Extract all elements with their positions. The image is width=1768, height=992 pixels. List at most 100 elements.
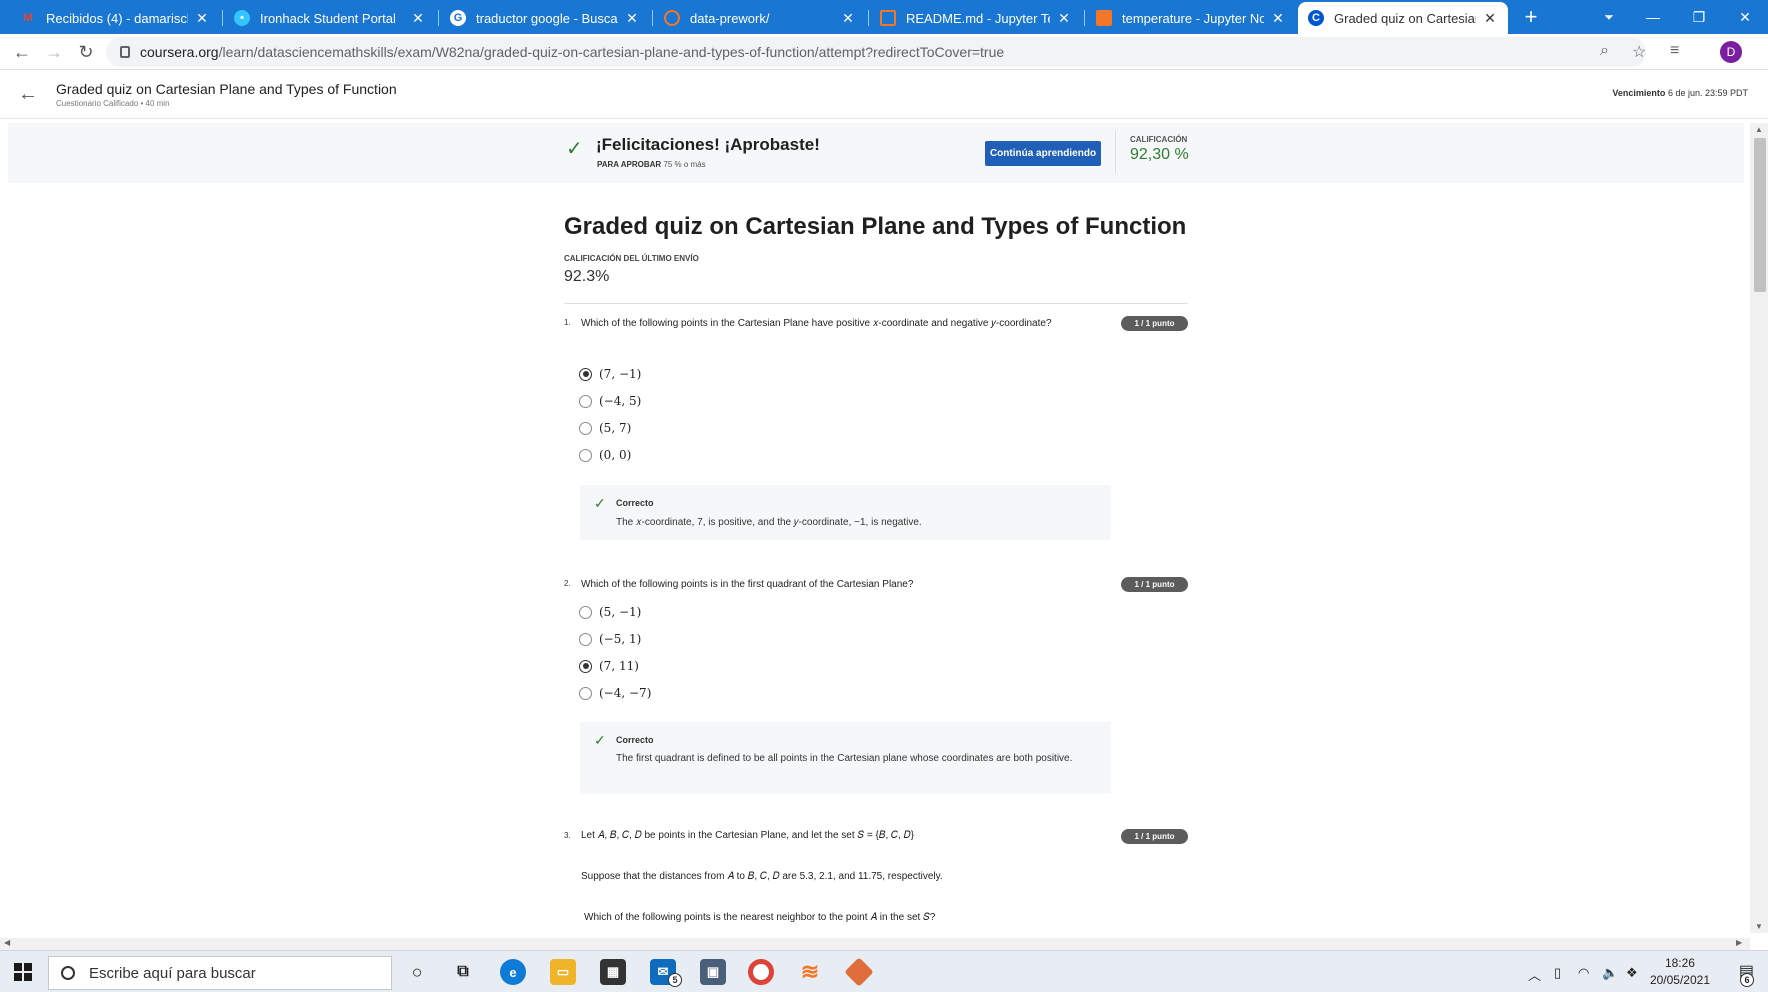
page-subtitle: Cuestionario Calificado • 40 min <box>56 99 170 108</box>
due-value: 6 de jun. 23:59 PDT <box>1667 88 1748 98</box>
tab-search-icon[interactable]: ⏷ <box>1586 0 1632 34</box>
option-label: (−4, −7) <box>599 686 652 700</box>
cortana-icon[interactable]: ○ <box>404 959 430 985</box>
radio-button[interactable] <box>579 367 592 381</box>
question-text-line: Which of the following points is the nea… <box>584 912 936 923</box>
back-arrow-icon[interactable]: ← <box>18 83 38 106</box>
restore-button[interactable]: ❐ <box>1676 0 1722 34</box>
answer-option[interactable]: (−4, −7) <box>579 684 651 702</box>
answer-option[interactable]: (0, 0) <box>579 446 631 464</box>
answer-option[interactable]: (5, 7) <box>579 419 631 437</box>
close-icon[interactable]: ✕ <box>624 10 640 27</box>
scrollbar-thumb[interactable] <box>1754 138 1766 292</box>
close-icon[interactable]: ✕ <box>1270 10 1286 27</box>
tab-ironhack[interactable]: • Ironhack Student Portal ✕ <box>224 2 436 34</box>
answer-option[interactable]: (7, 11) <box>579 657 639 675</box>
feedback-title: Correcto <box>616 498 654 508</box>
scroll-left-icon[interactable]: ◀ <box>4 938 10 947</box>
zoom-icon[interactable]: ⌕ <box>1600 42 1609 60</box>
google-icon: G <box>450 10 466 26</box>
store-icon[interactable]: ▦ <box>600 959 626 985</box>
feedback-box: ✓ Correcto The 𝑥-coordinate, 7, is posit… <box>580 485 1111 540</box>
task-view-icon[interactable]: ⧉ <box>450 959 476 985</box>
radio-button[interactable] <box>579 394 592 408</box>
answer-option[interactable]: (5, −1) <box>579 603 641 621</box>
feedback-title: Correcto <box>616 735 654 745</box>
profile-avatar[interactable]: D <box>1720 41 1742 63</box>
option-label: (7, −1) <box>599 367 642 381</box>
question-number: 1. <box>564 318 571 327</box>
taskbar-search-field[interactable]: Escribe aquí para buscar <box>48 956 392 990</box>
clock-time: 18:26 <box>1664 956 1695 970</box>
windows-start-icon[interactable] <box>14 963 32 981</box>
close-icon[interactable]: ✕ <box>194 10 210 27</box>
tab-google-search[interactable]: G traductor google - Buscar co ✕ <box>440 2 650 34</box>
pass-label: PARA APROBAR <box>597 160 662 169</box>
close-icon[interactable]: ✕ <box>840 10 856 27</box>
scroll-up-icon[interactable]: ▲ <box>1750 125 1768 134</box>
reload-icon[interactable]: ↻ <box>74 40 98 64</box>
answer-option[interactable]: (7, −1) <box>579 365 641 383</box>
option-label: (0, 0) <box>599 448 632 462</box>
chrome-icon[interactable] <box>748 959 774 985</box>
horizontal-scrollbar[interactable]: ◀ ▶ <box>0 938 1750 950</box>
points-badge: 1 / 1 punto <box>1121 316 1188 331</box>
due-date: Vencimiento 6 de jun. 23:59 PDT <box>1612 88 1748 98</box>
question-text: Let 𝐴, 𝐵, 𝐶, 𝐷 be points in the Cartesia… <box>581 830 914 841</box>
tab-title: README.md - Jupyter Text E <box>906 10 1050 26</box>
volume-icon[interactable]: 🔈 <box>1602 965 1618 981</box>
grade-label: CALIFICACIÓN <box>1130 135 1188 144</box>
close-icon[interactable]: ✕ <box>1482 10 1498 27</box>
radio-button[interactable] <box>579 686 592 700</box>
clock[interactable]: 18:26 20/05/2021 <box>1650 955 1710 989</box>
tab-separator <box>868 10 869 26</box>
tab-data-prework[interactable]: data-prework/ ✕ <box>654 2 866 34</box>
url-path: /learn/datasciencemathskills/exam/W82na/… <box>218 44 1005 60</box>
continue-learning-button[interactable]: Continúa aprendiendo <box>985 141 1101 166</box>
close-icon[interactable]: ✕ <box>1056 10 1072 27</box>
quiz-title: Graded quiz on Cartesian Plane and Types… <box>564 213 1187 240</box>
option-label: (−4, 5) <box>599 394 642 408</box>
radio-button[interactable] <box>579 448 592 462</box>
radio-button[interactable] <box>579 605 592 619</box>
page-title: Graded quiz on Cartesian Plane and Types… <box>56 81 397 97</box>
jupyter-icon[interactable]: ≋ <box>797 959 823 985</box>
forward-icon[interactable]: → <box>42 40 66 64</box>
radio-button[interactable] <box>579 659 592 673</box>
scroll-right-icon[interactable]: ▶ <box>1736 938 1742 947</box>
tab-readme[interactable]: README.md - Jupyter Text E ✕ <box>870 2 1082 34</box>
back-icon[interactable]: ← <box>10 40 34 64</box>
show-hidden-icons[interactable]: ︿ <box>1528 965 1541 984</box>
edge-icon[interactable]: e <box>500 959 526 985</box>
answer-option[interactable]: (−4, 5) <box>579 392 641 410</box>
close-window-button[interactable]: ✕ <box>1722 0 1768 34</box>
photos-icon[interactable]: ▣ <box>700 959 726 985</box>
divider <box>564 303 1188 304</box>
dropbox-icon[interactable]: ❖ <box>1626 965 1638 981</box>
bookmark-star-icon[interactable]: ☆ <box>1632 42 1646 62</box>
tab-title: temperature - Jupyter Notel <box>1122 10 1264 26</box>
tab-title: data-prework/ <box>690 10 770 26</box>
browser-tab-bar: M Recibidos (4) - damarisclaria ✕ • Iron… <box>0 0 1768 34</box>
tab-temperature[interactable]: temperature - Jupyter Notel ✕ <box>1086 2 1296 34</box>
radio-button[interactable] <box>579 632 592 646</box>
git-icon[interactable] <box>844 957 874 987</box>
question-text: Which of the following points in the Car… <box>581 318 1052 329</box>
answer-option[interactable]: (−5, 1) <box>579 630 641 648</box>
ironhack-icon: • <box>234 10 250 26</box>
wifi-icon[interactable]: ◠ <box>1578 965 1589 981</box>
tab-separator <box>438 10 439 26</box>
new-tab-button[interactable]: + <box>1508 0 1554 34</box>
battery-icon[interactable]: ▯ <box>1554 965 1561 981</box>
tab-separator <box>652 10 653 26</box>
radio-button[interactable] <box>579 421 592 435</box>
url-field[interactable]: coursera.org/learn/datasciencemathskills… <box>106 37 1646 67</box>
tab-gmail[interactable]: M Recibidos (4) - damarisclaria ✕ <box>10 2 220 34</box>
close-icon[interactable]: ✕ <box>410 10 426 27</box>
scroll-down-icon[interactable]: ▼ <box>1750 922 1768 931</box>
option-label: (7, 11) <box>599 659 639 673</box>
tab-graded-quiz[interactable]: C Graded quiz on Cartesian Pl ✕ <box>1298 2 1508 34</box>
file-explorer-icon[interactable]: ▭ <box>550 959 576 985</box>
reading-list-icon[interactable]: ≡ <box>1670 42 1679 60</box>
minimize-button[interactable]: — <box>1630 0 1676 34</box>
